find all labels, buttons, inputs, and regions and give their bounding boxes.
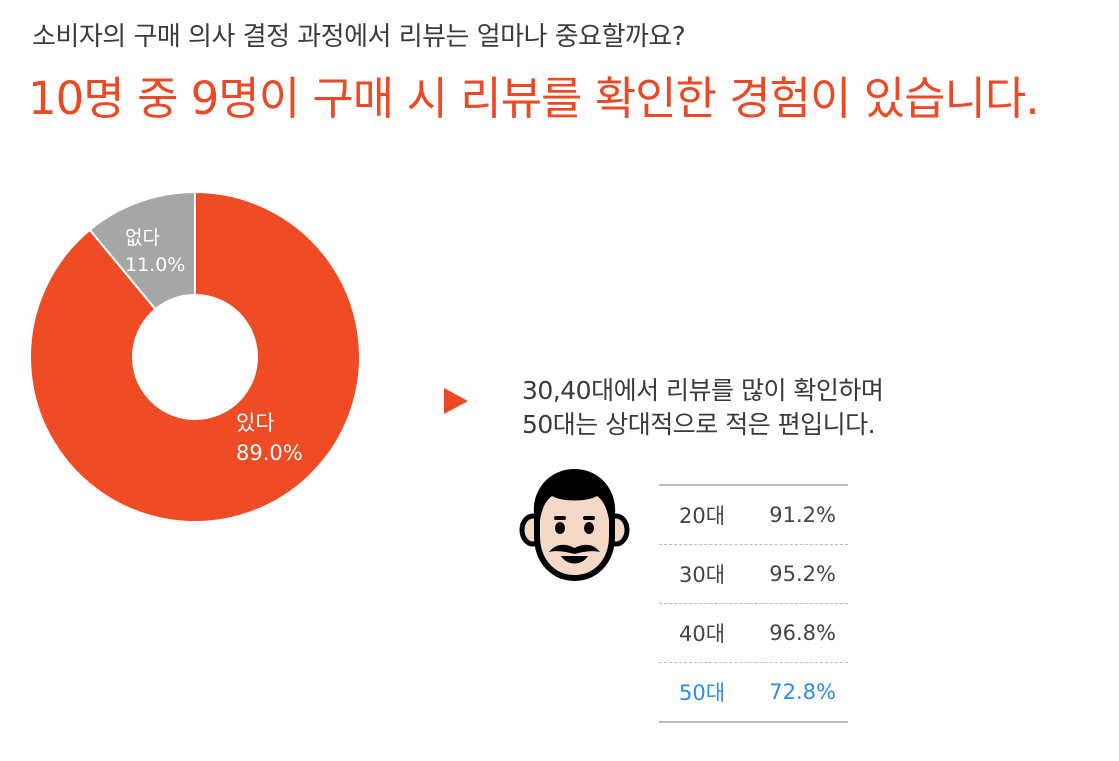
triangle-right-icon (444, 388, 468, 414)
age-value: 72.8% (769, 680, 836, 704)
age-label: 50대 (679, 681, 726, 705)
table-row-highlight: 50대 72.8% (659, 663, 848, 721)
age-label: 20대 (679, 504, 726, 528)
age-label: 30대 (679, 563, 726, 587)
table-row: 30대 95.2% (659, 545, 848, 604)
age-value: 96.8% (769, 621, 836, 645)
age-value: 91.2% (769, 503, 836, 527)
description-line-1: 30,40대에서 리뷰를 많이 확인하며 (522, 376, 884, 405)
man-face-icon (519, 469, 630, 582)
slice-category-label: 없다 (125, 227, 160, 249)
table-row: 20대 91.2% (659, 486, 848, 545)
slice-value-label: 89.0% (236, 441, 303, 465)
description-line-2: 50대는 상대적으로 적은 편입니다. (522, 410, 876, 439)
slice-category-label: 있다 (236, 411, 275, 435)
slice-value-label: 11.0% (125, 254, 185, 276)
age-value: 95.2% (769, 562, 836, 586)
description: 30,40대에서 리뷰를 많이 확인하며 50대는 상대적으로 적은 편입니다. (522, 374, 884, 442)
table-row: 40대 96.8% (659, 604, 848, 663)
age-table: 20대 91.2% 30대 95.2% 40대 96.8% 50대 72.8% (659, 484, 848, 723)
age-label: 40대 (679, 622, 726, 646)
